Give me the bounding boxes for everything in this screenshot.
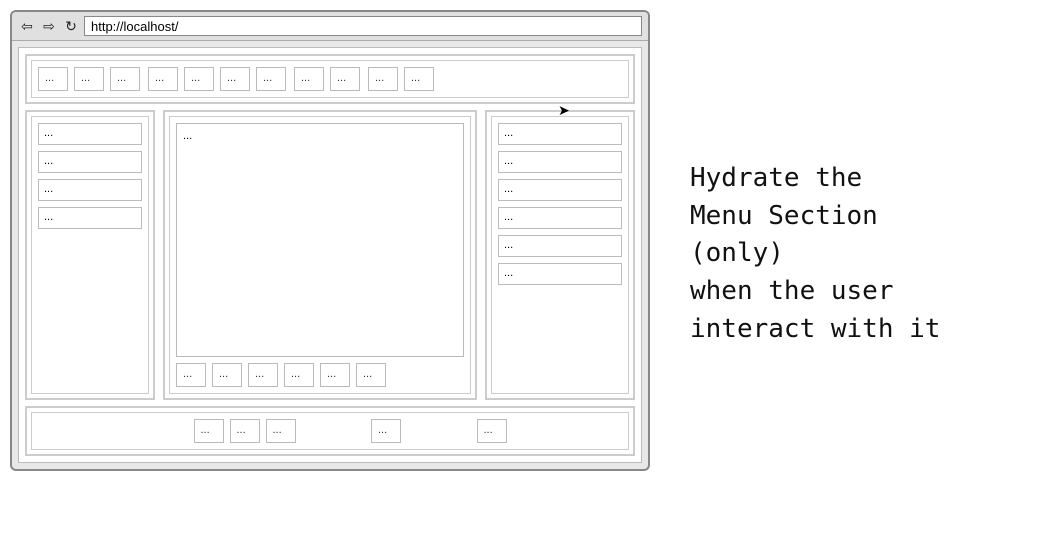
thumbnail[interactable]: ... (320, 363, 350, 387)
main-row: ... ... ... ... ... ... ... ... ... (25, 110, 635, 400)
sidebar-item[interactable]: ... (498, 235, 622, 257)
sidebar-item[interactable]: ... (498, 151, 622, 173)
menu-section-inner: ... ... ... ... ... ... ... ... ... (31, 60, 629, 98)
sidebar-item[interactable]: ... (38, 123, 142, 145)
nav-item[interactable]: ... (110, 67, 140, 91)
nav-group-1: ... ... ... (38, 67, 140, 91)
page-viewport: ... ... ... ... ... ... ... ... ... (18, 47, 642, 463)
nav-item[interactable]: ... (330, 67, 360, 91)
sidebar-item[interactable]: ... (38, 179, 142, 201)
sidebar-item[interactable]: ... (498, 263, 622, 285)
sidebar-item[interactable]: ... (498, 123, 622, 145)
nav-item[interactable]: ... (256, 67, 286, 91)
footer-item[interactable]: ... (371, 419, 401, 443)
nav-group-2: ... ... ... ... (148, 67, 286, 91)
browser-toolbar: ⇦ ⇨ ↻ http://localhost/ (12, 12, 648, 41)
sidebar-item[interactable]: ... (38, 207, 142, 229)
back-button[interactable]: ⇦ (18, 17, 36, 35)
thumbnail-row: ... ... ... ... ... ... (176, 363, 464, 387)
nav-item[interactable]: ... (74, 67, 104, 91)
reload-button[interactable]: ↻ (62, 17, 80, 35)
footer-section: ... ... ... ... ... (25, 406, 635, 456)
footer-group-mid: ... (371, 419, 401, 443)
right-sidebar: ... ... ... ... ... ... (485, 110, 635, 400)
nav-item[interactable]: ... (184, 67, 214, 91)
nav-item[interactable]: ... (368, 67, 398, 91)
browser-window: ⇦ ⇨ ↻ http://localhost/ ... ... ... ... … (10, 10, 650, 471)
caption-text: Hydrate the Menu Section (only) when the… (690, 10, 940, 348)
footer-group-right: ... (477, 419, 507, 443)
caption-line: Menu Section (690, 198, 940, 236)
center-content: ... ... ... ... ... ... ... (163, 110, 477, 400)
nav-group-4: ... ... (368, 67, 434, 91)
thumbnail[interactable]: ... (248, 363, 278, 387)
nav-item[interactable]: ... (404, 67, 434, 91)
thumbnail[interactable]: ... (212, 363, 242, 387)
sidebar-item[interactable]: ... (498, 207, 622, 229)
caption-line: Hydrate the (690, 160, 940, 198)
sidebar-item[interactable]: ... (38, 151, 142, 173)
thumbnail[interactable]: ... (176, 363, 206, 387)
footer-group-left: ... ... ... (194, 419, 296, 443)
nav-item[interactable]: ... (220, 67, 250, 91)
footer-item[interactable]: ... (194, 419, 224, 443)
url-bar[interactable]: http://localhost/ (84, 16, 642, 36)
main-content: ... (176, 123, 464, 357)
caption-line: interact with it (690, 311, 940, 349)
menu-section[interactable]: ... ... ... ... ... ... ... ... ... (25, 54, 635, 104)
thumbnail[interactable]: ... (356, 363, 386, 387)
sidebar-item[interactable]: ... (498, 179, 622, 201)
caption-line: when the user (690, 273, 940, 311)
forward-button[interactable]: ⇨ (40, 17, 58, 35)
nav-item[interactable]: ... (38, 67, 68, 91)
nav-item[interactable]: ... (148, 67, 178, 91)
caption-line: (only) (690, 235, 940, 273)
thumbnail[interactable]: ... (284, 363, 314, 387)
footer-item[interactable]: ... (266, 419, 296, 443)
footer-item[interactable]: ... (230, 419, 260, 443)
nav-item[interactable]: ... (294, 67, 324, 91)
left-sidebar: ... ... ... ... (25, 110, 155, 400)
nav-group-3: ... ... (294, 67, 360, 91)
footer-item[interactable]: ... (477, 419, 507, 443)
